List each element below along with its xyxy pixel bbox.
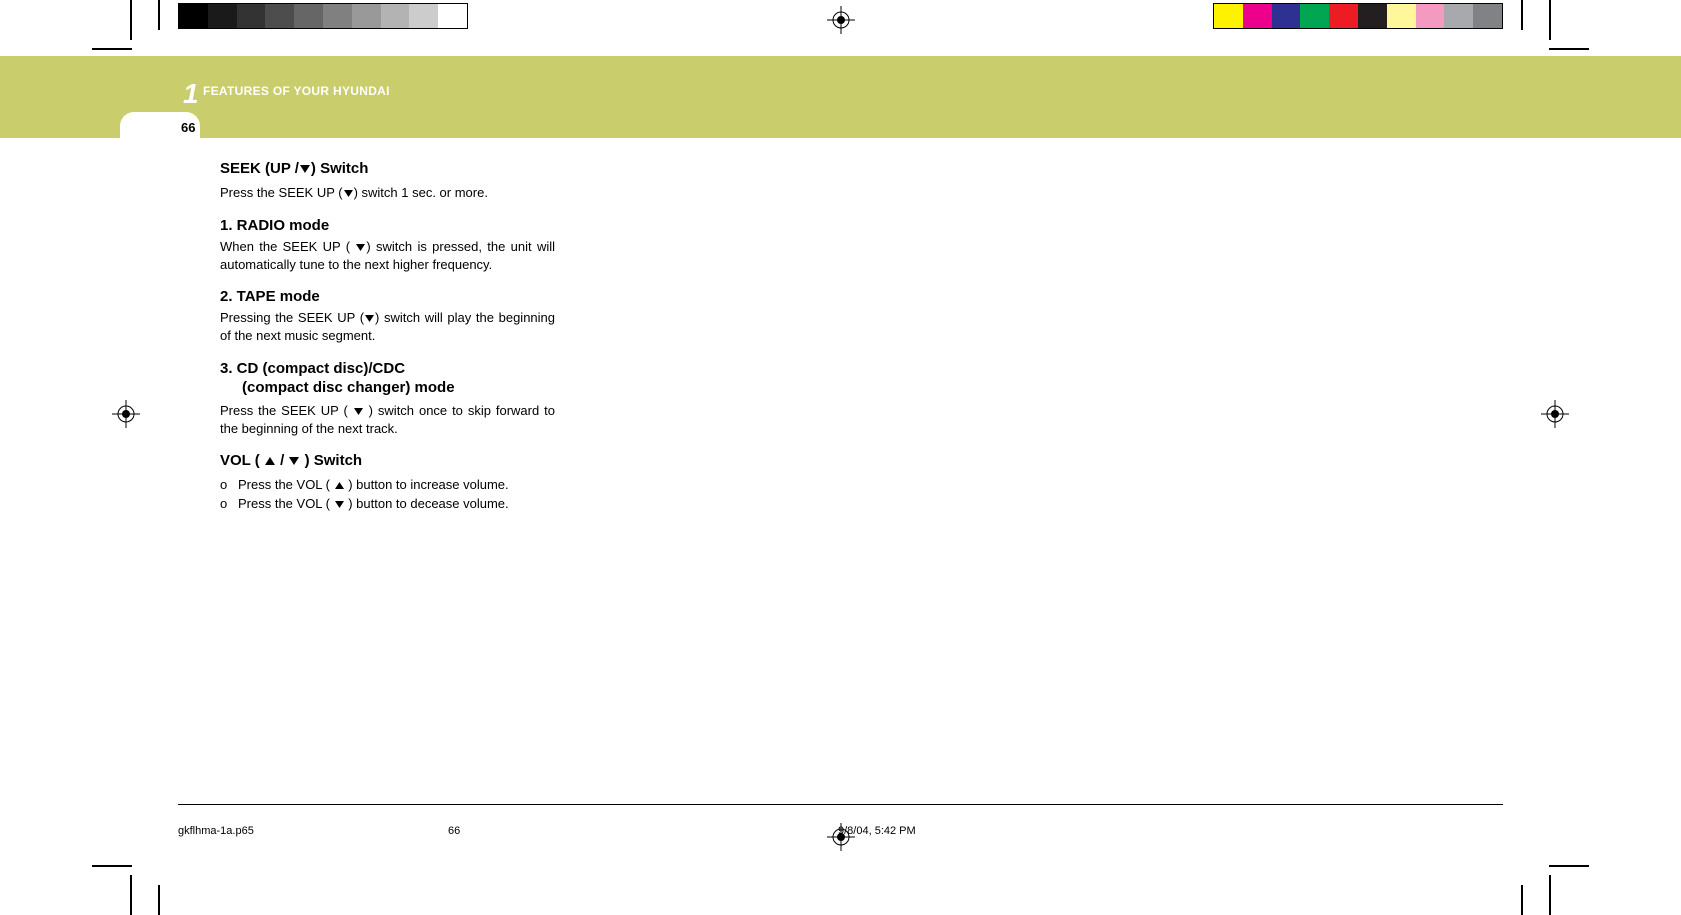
content-column: SEEK (UP / ) Switch Press the SEEK UP ( ) … — [220, 160, 555, 514]
text: SEEK (UP / — [220, 160, 299, 177]
footer-timestamp: 9/8/04, 5:42 PM — [838, 825, 916, 837]
triangle-down-icon — [299, 161, 311, 178]
seek-heading: SEEK (UP / ) Switch — [220, 160, 555, 178]
registration-mark-icon — [112, 400, 140, 428]
crop-mark — [158, 0, 160, 30]
triangle-up-icon — [334, 477, 345, 495]
bullet: o — [220, 476, 238, 495]
footer-page: 66 — [448, 825, 460, 837]
crop-mark — [130, 0, 132, 40]
registration-mark-icon — [1541, 400, 1569, 428]
list-text: Press the VOL ( ) button to decease volu… — [238, 495, 555, 514]
cd-heading: 3. CD (compact disc)/CDC (compact disc c… — [220, 359, 555, 398]
text: ) button to decease volume. — [345, 496, 509, 511]
text: Press the SEEK UP ( — [220, 403, 353, 418]
list-item: o Press the VOL ( ) button to decease vo… — [220, 495, 555, 514]
text: When the SEEK UP ( — [220, 239, 355, 254]
vol-list: o Press the VOL ( ) button to increase v… — [220, 476, 555, 514]
text: Press the VOL ( — [238, 477, 334, 492]
triangle-down-icon — [343, 185, 354, 203]
seek-intro: Press the SEEK UP ( ) switch 1 sec. or mo… — [220, 184, 555, 203]
text: Press the VOL ( — [238, 496, 334, 511]
triangle-down-icon — [288, 453, 300, 470]
cd-body: Press the SEEK UP ( ) switch once to ski… — [220, 402, 555, 438]
text: Pressing the SEEK UP ( — [220, 310, 364, 325]
crop-mark — [158, 885, 160, 915]
color-swatch-bar — [1213, 3, 1503, 29]
radio-heading: 1. RADIO mode — [220, 217, 555, 234]
text: ) Switch — [311, 160, 369, 177]
crop-mark — [1549, 0, 1551, 40]
text: ) Switch — [300, 452, 362, 469]
vol-heading: VOL ( / ) Switch — [220, 452, 555, 470]
footer-rule — [178, 804, 1503, 805]
tape-heading: 2. TAPE mode — [220, 288, 555, 305]
list-item: o Press the VOL ( ) button to increase v… — [220, 476, 555, 495]
radio-body: When the SEEK UP ( ) switch is pressed, … — [220, 238, 555, 274]
text: / — [276, 452, 289, 469]
text: (compact disc changer) mode — [242, 379, 455, 396]
crop-mark — [1521, 0, 1523, 30]
list-text: Press the VOL ( ) button to increase vol… — [238, 476, 555, 495]
text: 3. CD (compact disc)/CDC — [220, 360, 405, 377]
tape-body: Pressing the SEEK UP () switch will play… — [220, 309, 555, 345]
bullet: o — [220, 495, 238, 514]
registration-mark-icon — [827, 6, 855, 34]
triangle-down-icon — [334, 496, 345, 514]
chapter-title: FEATURES OF YOUR HYUNDAI — [203, 84, 390, 98]
crop-mark — [92, 865, 132, 867]
crop-mark — [1549, 865, 1589, 867]
crop-mark — [92, 48, 132, 50]
triangle-up-icon — [264, 453, 276, 470]
text: Press the SEEK UP ( — [220, 185, 343, 200]
text: ) switch 1 sec. or more. — [354, 185, 488, 200]
crop-mark — [1549, 48, 1589, 50]
triangle-down-icon — [353, 403, 364, 421]
footer-filename: gkflhma-1a.p65 — [178, 825, 254, 837]
triangle-down-icon — [355, 239, 366, 257]
text: VOL ( — [220, 452, 264, 469]
text: ) button to increase volume. — [345, 477, 509, 492]
chapter-number: 1 — [183, 78, 199, 110]
crop-mark — [1549, 875, 1551, 915]
triangle-down-icon — [364, 310, 375, 328]
grayscale-swatch-bar — [178, 3, 468, 29]
page-number: 66 — [181, 120, 195, 135]
crop-mark — [1521, 885, 1523, 915]
crop-mark — [130, 875, 132, 915]
